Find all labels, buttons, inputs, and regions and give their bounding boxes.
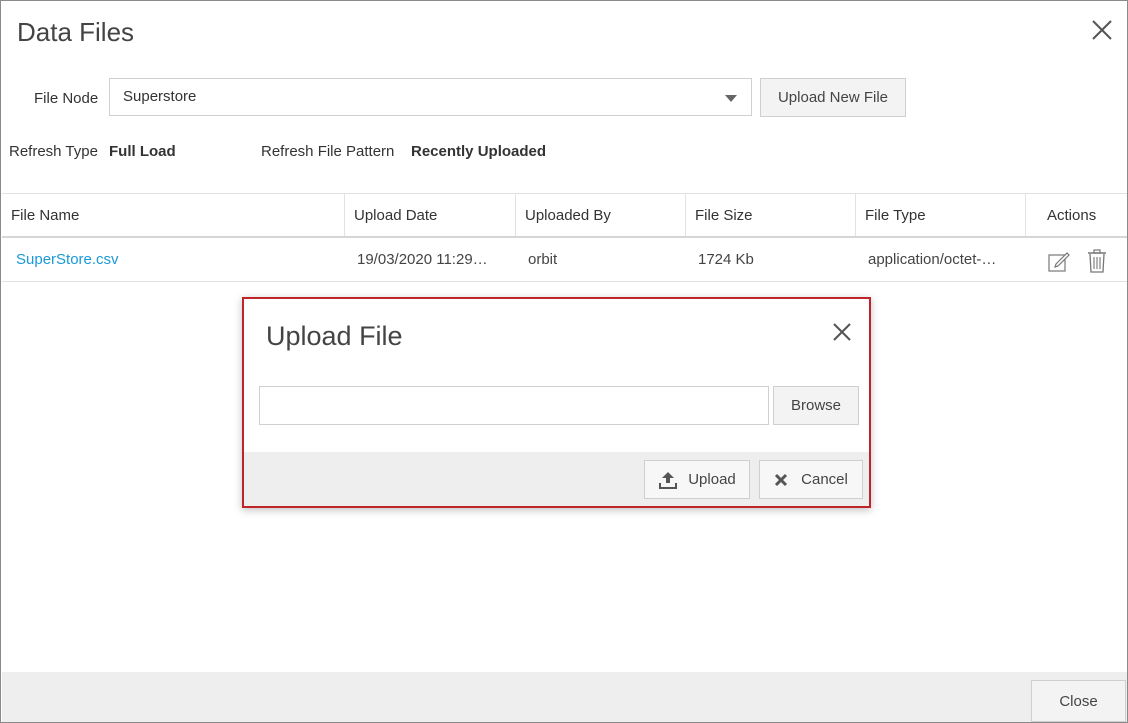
cancel-button[interactable]: Cancel: [759, 460, 863, 499]
close-icon[interactable]: [831, 321, 853, 343]
upload-modal-title: Upload File: [266, 321, 403, 351]
file-node-select[interactable]: Superstore: [109, 78, 752, 116]
file-node-label: File Node: [34, 90, 99, 107]
refresh-type-label: Refresh Type: [9, 143, 98, 160]
file-type-cell: application/octet-…: [868, 251, 997, 268]
header-upload-date[interactable]: Upload Date: [344, 194, 515, 236]
header-uploaded-by[interactable]: Uploaded By: [515, 194, 685, 236]
refresh-type-value: Full Load: [109, 143, 176, 160]
upload-date-cell: 19/03/2020 11:29…: [357, 251, 488, 268]
edit-icon[interactable]: [1047, 249, 1071, 273]
header-file-name[interactable]: File Name: [2, 194, 344, 236]
upload-new-file-button[interactable]: Upload New File: [760, 78, 906, 117]
header-file-type[interactable]: File Type: [855, 194, 1025, 236]
dialog-footer: [2, 672, 1127, 722]
upload-file-modal: Upload File Browse Upload Cancel: [242, 297, 871, 508]
upload-button[interactable]: Upload: [644, 460, 750, 499]
file-size-cell: 1724 Kb: [698, 251, 754, 268]
trash-icon[interactable]: [1086, 248, 1108, 274]
browse-button[interactable]: Browse: [773, 386, 859, 425]
row-divider: [2, 281, 1127, 282]
refresh-pattern-value: Recently Uploaded: [411, 143, 547, 160]
header-file-size[interactable]: File Size: [685, 194, 855, 236]
file-name-link[interactable]: SuperStore.csv: [16, 251, 119, 268]
close-button[interactable]: Close: [1031, 680, 1126, 722]
upload-label: Upload: [688, 471, 736, 488]
upload-icon: [659, 471, 678, 489]
file-path-input[interactable]: [259, 386, 769, 425]
refresh-pattern-label: Refresh File Pattern: [261, 143, 395, 160]
cancel-x-icon: [775, 473, 788, 486]
header-divider: [2, 236, 1127, 238]
data-files-dialog: Data Files File Node Superstore Upload N…: [0, 0, 1128, 723]
uploaded-by-cell: orbit: [528, 251, 558, 268]
file-node-value: Superstore: [123, 88, 197, 105]
header-actions: Actions: [1025, 194, 1127, 236]
chevron-down-icon: [725, 95, 737, 102]
cancel-label: Cancel: [801, 471, 848, 488]
close-icon[interactable]: [1089, 17, 1115, 43]
dialog-title: Data Files: [17, 17, 135, 47]
